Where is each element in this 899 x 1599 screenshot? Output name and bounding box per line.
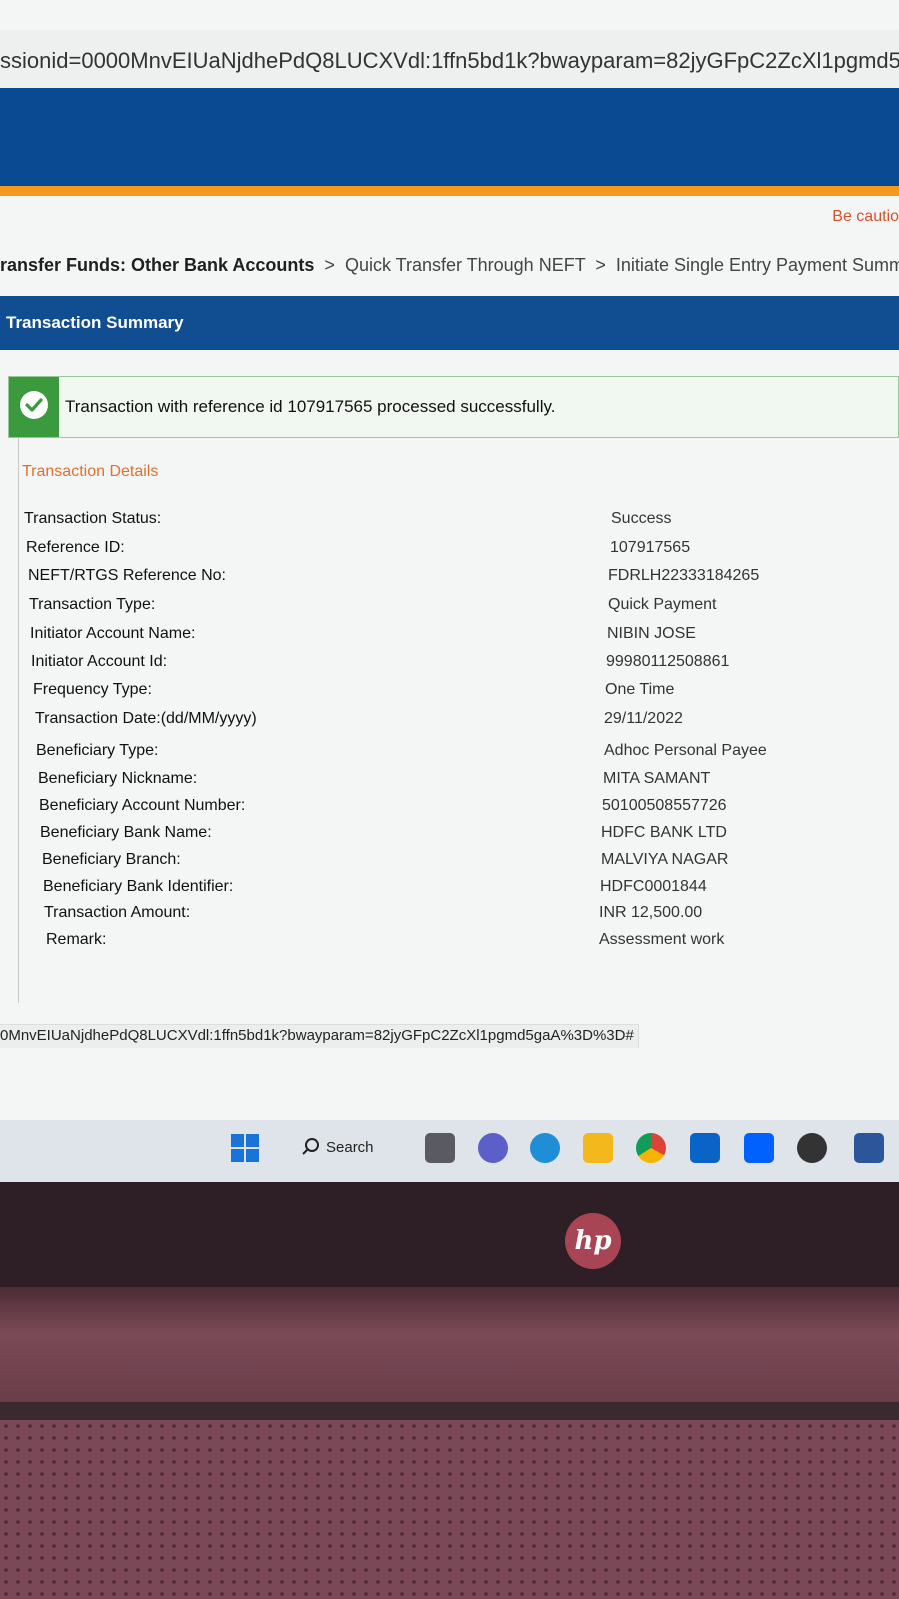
detail-value: Quick Payment xyxy=(608,596,717,613)
detail-row: Reference ID: 107917565 xyxy=(0,539,899,561)
detail-label: Frequency Type: xyxy=(33,681,152,698)
detail-label: Transaction Amount: xyxy=(44,904,191,921)
detail-label: Transaction Status: xyxy=(24,510,162,527)
success-message: Transaction with reference id 107917565 … xyxy=(65,397,556,416)
detail-value: 50100508557726 xyxy=(602,797,727,814)
windows-taskbar: Search xyxy=(0,1120,899,1182)
detail-row: Initiator Account Id: 99980112508861 xyxy=(0,653,899,675)
section-header: Transaction Summary xyxy=(0,296,899,350)
breadcrumb: ransfer Funds: Other Bank Accounts > Qui… xyxy=(0,255,899,276)
breadcrumb-quick-transfer[interactable]: Quick Transfer Through NEFT xyxy=(345,255,585,275)
laptop-hinge xyxy=(0,1287,899,1402)
detail-label: Initiator Account Name: xyxy=(30,625,196,642)
detail-value: MITA SAMANT xyxy=(603,770,711,787)
detail-label: Beneficiary Branch: xyxy=(42,851,181,868)
detail-row: Beneficiary Bank Identifier: HDFC0001844 xyxy=(0,878,899,900)
detail-value: One Time xyxy=(605,681,675,698)
laptop-screen: ssionid=0000MnvEIUaNjdhePdQ8LUCXVdl:1ffn… xyxy=(0,0,899,1160)
section-title: Transaction Summary xyxy=(6,313,184,332)
detail-row: Beneficiary Bank Name: HDFC BANK LTD xyxy=(0,824,899,846)
detail-value: NIBIN JOSE xyxy=(607,625,696,642)
breadcrumb-current-page: Initiate Single Entry Payment Summary xyxy=(615,255,899,275)
status-bar-url: 0MnvEIUaNjdhePdQ8LUCXVdl:1ffn5bd1k?bwayp… xyxy=(0,1024,639,1048)
file-explorer-icon[interactable] xyxy=(583,1133,613,1163)
header-accent-strip xyxy=(0,186,899,196)
detail-value: HDFC BANK LTD xyxy=(601,824,727,841)
bank-header xyxy=(0,88,899,190)
detail-row: NEFT/RTGS Reference No: FDRLH22333184265 xyxy=(0,567,899,589)
detail-row: Beneficiary Type: Adhoc Personal Payee xyxy=(0,742,899,764)
detail-row: Frequency Type: One Time xyxy=(0,681,899,703)
detail-row: Beneficiary Account Number: 5010050855772… xyxy=(0,797,899,819)
detail-label: Reference ID: xyxy=(26,539,125,556)
browser-address-bar[interactable]: ssionid=0000MnvEIUaNjdhePdQ8LUCXVdl:1ffn… xyxy=(0,30,899,92)
hp-logo: hp xyxy=(565,1213,621,1269)
detail-row: Initiator Account Name: NIBIN JOSE xyxy=(0,625,899,647)
caution-notice: Be cautio xyxy=(832,208,899,225)
taskbar-search-button[interactable]: Search xyxy=(326,1139,374,1156)
detail-row: Transaction Amount: INR 12,500.00 xyxy=(0,904,899,926)
detail-value: Assessment work xyxy=(599,931,725,948)
detail-label: Beneficiary Bank Name: xyxy=(40,824,212,841)
dropbox-icon[interactable] xyxy=(744,1133,774,1163)
detail-row: Beneficiary Nickname: MITA SAMANT xyxy=(0,770,899,792)
detail-label: Beneficiary Bank Identifier: xyxy=(43,878,234,895)
detail-value: 107917565 xyxy=(610,539,691,556)
detail-row: Remark: Assessment work xyxy=(0,931,899,953)
detail-label: NEFT/RTGS Reference No: xyxy=(28,567,226,584)
detail-label: Beneficiary Type: xyxy=(36,742,159,759)
detail-label: Beneficiary Nickname: xyxy=(38,770,198,787)
edge-icon[interactable] xyxy=(530,1133,560,1163)
detail-label: Initiator Account Id: xyxy=(31,653,168,670)
detail-value: FDRLH22333184265 xyxy=(608,567,760,584)
detail-value: 99980112508861 xyxy=(606,653,730,670)
success-alert: Transaction with reference id 107917565 … xyxy=(8,376,899,438)
app-icon[interactable] xyxy=(797,1133,827,1163)
breadcrumb-transfer-funds[interactable]: ransfer Funds: Other Bank Accounts xyxy=(0,255,314,275)
detail-value: MALVIYA NAGAR xyxy=(601,851,729,868)
detail-label: Beneficiary Account Number: xyxy=(39,797,246,814)
speaker-grille xyxy=(0,1420,899,1599)
detail-value: 29/11/2022 xyxy=(604,710,683,727)
success-check-icon xyxy=(9,377,59,437)
chrome-icon[interactable] xyxy=(636,1133,666,1163)
detail-row: Transaction Date:(dd/MM/yyyy) 29/11/2022 xyxy=(0,710,899,732)
detail-label: Remark: xyxy=(46,931,107,948)
laptop-bezel xyxy=(0,1182,899,1287)
detail-row: Transaction Status: Success xyxy=(0,510,899,532)
mail-icon[interactable] xyxy=(690,1133,720,1163)
detail-row: Transaction Type: Quick Payment xyxy=(0,596,899,618)
detail-label: Transaction Type: xyxy=(29,596,156,613)
task-view-icon[interactable] xyxy=(425,1133,455,1163)
detail-value: HDFC0001844 xyxy=(600,878,707,895)
breadcrumb-separator: > xyxy=(595,255,606,275)
detail-value: Success xyxy=(611,510,672,527)
detail-value: Adhoc Personal Payee xyxy=(604,742,767,759)
breadcrumb-separator: > xyxy=(324,255,335,275)
windows-start-icon[interactable] xyxy=(230,1133,260,1163)
detail-value: INR 12,500.00 xyxy=(599,904,703,921)
word-icon[interactable] xyxy=(854,1133,884,1163)
search-icon[interactable] xyxy=(300,1136,322,1158)
detail-row: Beneficiary Branch: MALVIYA NAGAR xyxy=(0,851,899,873)
address-bar-url[interactable]: ssionid=0000MnvEIUaNjdhePdQ8LUCXVdl:1ffn… xyxy=(0,48,899,74)
detail-label: Transaction Date:(dd/MM/yyyy) xyxy=(35,710,257,727)
teams-chat-icon[interactable] xyxy=(478,1133,508,1163)
transaction-details-heading: Transaction Details xyxy=(22,463,159,480)
